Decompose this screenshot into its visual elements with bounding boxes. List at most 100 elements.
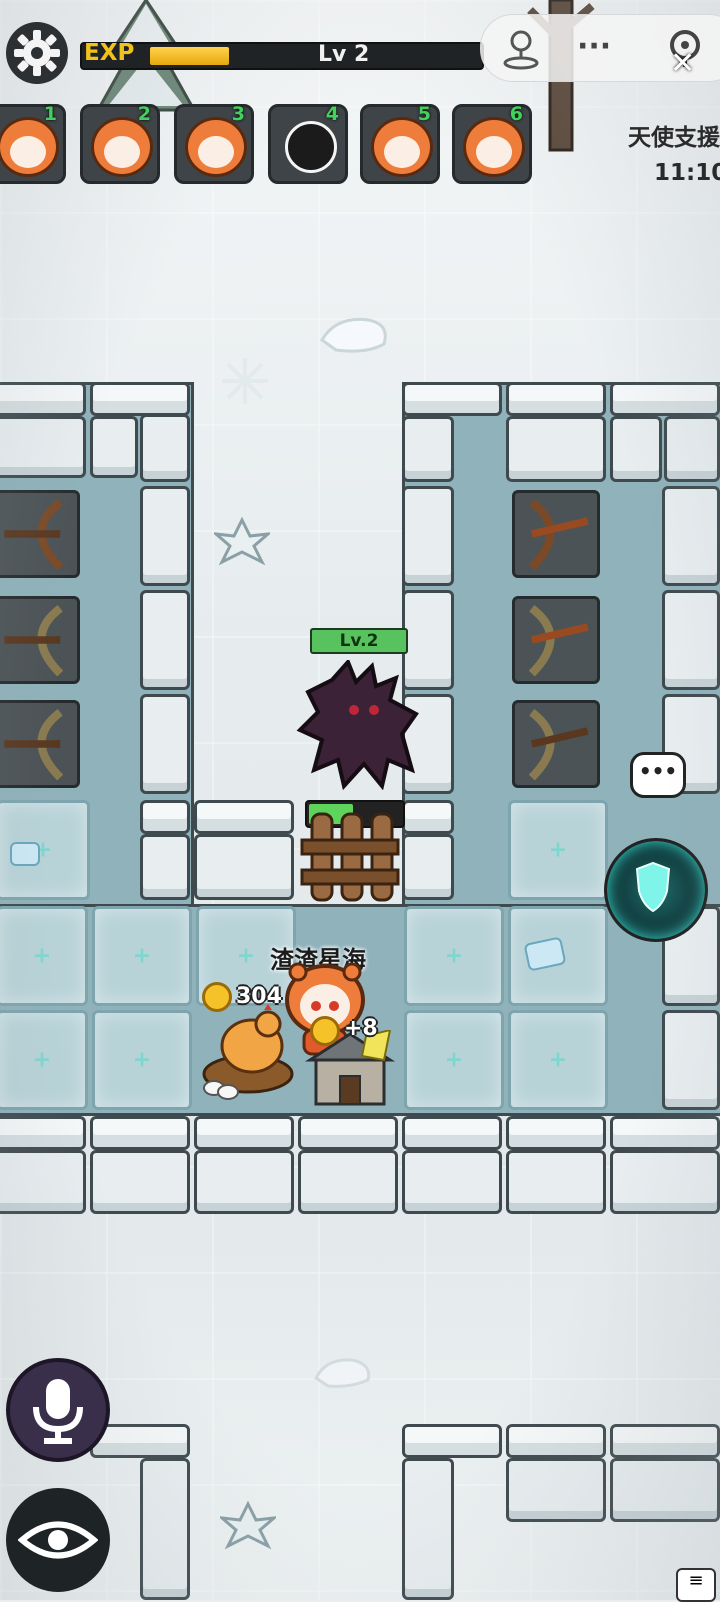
crossbow-turret[interactable] (0, 596, 80, 684)
ice-chunk (314, 1358, 371, 1388)
wall-brick (402, 834, 454, 900)
hero-avatar (91, 117, 153, 177)
view-toggle-button[interactable] (6, 1488, 110, 1592)
game-scene: + + + + + + + + + + + (0, 0, 720, 1600)
ice-crystal (10, 842, 40, 866)
party-slot-number: 1 (43, 103, 57, 125)
wall-brick (610, 382, 720, 416)
wall-brick (664, 416, 720, 482)
wall-brick (402, 486, 454, 586)
wall-brick (610, 1424, 720, 1458)
wall-brick (610, 1116, 720, 1150)
wall-brick (0, 382, 86, 416)
wall-brick (298, 1116, 398, 1150)
wall-brick (506, 382, 606, 416)
enemy-level-tag: Lv.2 (310, 628, 408, 654)
wall-brick (90, 1116, 190, 1150)
microphone-icon (33, 1379, 83, 1444)
wall-brick (140, 800, 190, 834)
crossbow-turret[interactable] (0, 490, 80, 578)
crossbow-turret[interactable] (512, 596, 600, 684)
crossbow-turret[interactable] (512, 490, 600, 578)
settings-button[interactable] (6, 22, 68, 84)
wall-brick (298, 1150, 398, 1214)
event-timer: 11:10 (654, 160, 720, 186)
wall-brick (140, 1458, 190, 1600)
wall-brick (506, 1150, 606, 1214)
hero-avatar (371, 117, 433, 177)
crossbow-turret[interactable] (0, 700, 80, 788)
floor-tile[interactable]: + (404, 906, 504, 1006)
joystick-icon[interactable] (499, 25, 543, 71)
wall-brick (0, 1116, 86, 1150)
crossbow-turret[interactable] (512, 700, 600, 788)
floor-tile[interactable]: + (508, 1010, 608, 1110)
party-slot[interactable]: 2 (80, 103, 160, 184)
floor-tile[interactable]: + (0, 1010, 88, 1110)
wall-brick (140, 834, 190, 900)
wooden-gate[interactable] (298, 810, 402, 902)
wall-brick (402, 1424, 502, 1458)
shield-icon (635, 861, 671, 913)
wall-brick (610, 416, 662, 482)
wall-brick (90, 1150, 190, 1214)
wall-brick (194, 834, 294, 900)
event-title[interactable]: 天使支援 (628, 118, 720, 152)
ice-chunk (320, 317, 387, 353)
wall-brick (610, 1458, 720, 1522)
party-slot[interactable]: 3 (174, 103, 254, 184)
party-slot-number: 5 (417, 103, 431, 125)
floor-tile[interactable]: + (92, 1010, 192, 1110)
wall-brick (140, 590, 190, 690)
coin-icon (202, 982, 232, 1012)
floor-tile[interactable]: + (92, 906, 192, 1006)
wall-brick (140, 414, 190, 482)
wall-brick (402, 1458, 454, 1600)
level-label: Lv 2 (318, 42, 370, 67)
more-button[interactable]: ··· (577, 29, 611, 64)
hero-avatar (463, 117, 525, 177)
black-sheep-avatar (285, 121, 337, 173)
gear-icon (14, 30, 60, 76)
wall-brick (0, 1150, 86, 1214)
snowflake-icon (222, 358, 268, 404)
wall-brick (506, 1458, 606, 1522)
wall-brick (140, 694, 190, 794)
wall-brick (506, 1424, 606, 1458)
werewolf-enemy[interactable] (292, 660, 426, 790)
wall-brick (610, 1150, 720, 1214)
eye-icon (18, 1521, 98, 1559)
floor-tile[interactable]: + (404, 1010, 504, 1110)
hero-avatar (0, 117, 59, 177)
chat-button[interactable]: ••• (630, 752, 686, 798)
party-slot[interactable]: 5 (360, 103, 440, 184)
wall-brick (194, 1116, 294, 1150)
wall-brick (194, 800, 294, 834)
party-slot[interactable]: 4 (268, 103, 348, 184)
hero-avatar (185, 117, 247, 177)
wall-brick (0, 416, 86, 478)
exp-fill (150, 47, 229, 65)
voice-button[interactable] (6, 1358, 110, 1462)
wall-brick (402, 800, 454, 834)
wall-brick (662, 1010, 720, 1110)
party-slot-number: 2 (137, 103, 151, 125)
wall-brick (402, 416, 454, 482)
wall-brick (194, 1150, 294, 1214)
exp-bar (80, 42, 484, 70)
close-icon[interactable]: ✕ (670, 46, 695, 81)
menu-corner-button[interactable]: ≡ (676, 1568, 716, 1602)
shield-skill-button[interactable] (604, 838, 708, 942)
coin-icon (310, 1016, 340, 1046)
wall-brick (90, 382, 190, 416)
floor-tile[interactable]: + (0, 906, 88, 1006)
party-slot-number: 4 (325, 103, 339, 125)
wall-brick (506, 416, 606, 482)
floor-tile[interactable]: + (508, 800, 608, 900)
party-slot[interactable]: 6 (452, 103, 532, 184)
coin-gain: +8 (344, 1016, 378, 1041)
wall-brick (506, 1116, 606, 1150)
frost-flower-icon (214, 516, 270, 566)
wall-brick (140, 486, 190, 586)
party-slot[interactable]: 1 (0, 103, 66, 184)
